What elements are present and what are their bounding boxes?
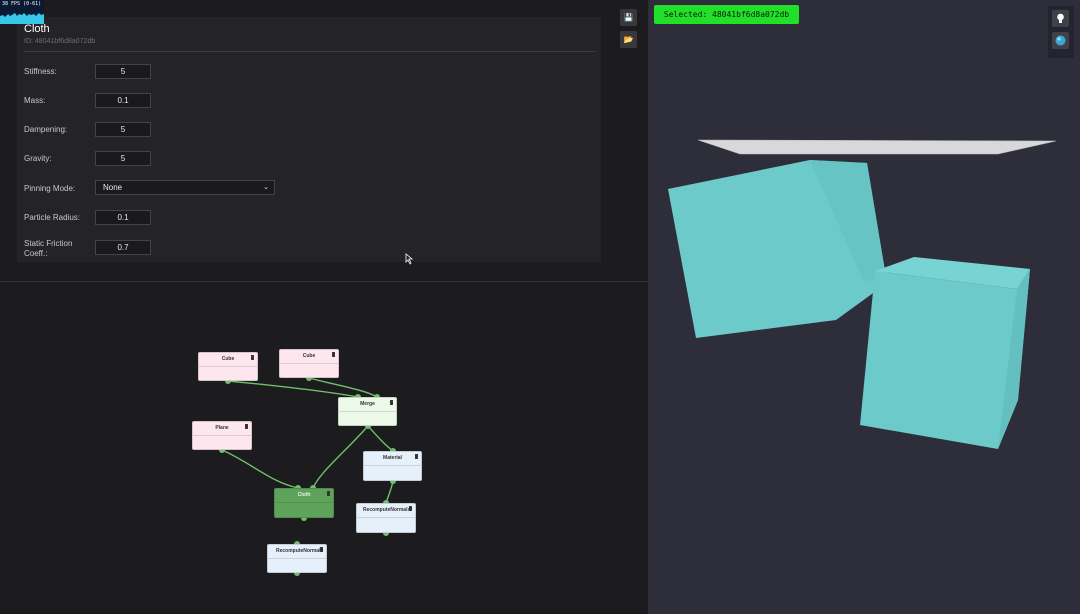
sphere-icon — [1055, 35, 1066, 46]
save-button[interactable]: 💾 — [620, 9, 637, 26]
properties-panel: Cloth ID: 48041bf6d8a072db Stiffness: 5 … — [17, 17, 601, 262]
3d-scene — [668, 139, 1057, 449]
trash-icon[interactable] — [251, 355, 254, 360]
chevron-down-icon: ⌄ — [263, 184, 269, 191]
node-title: Material — [383, 455, 402, 461]
stiffness-input[interactable]: 5 — [95, 64, 151, 79]
trash-icon[interactable] — [245, 424, 248, 429]
fps-meter: 38 FPS (0-61) — [0, 0, 44, 24]
node-recompute-normals-2[interactable]: RecomputeNormals — [267, 544, 327, 573]
node-divider — [275, 502, 333, 503]
node-cube-2[interactable]: Cube — [279, 349, 339, 378]
node-title: RecomputeNormals — [363, 507, 411, 513]
mass-label: Mass: — [24, 96, 46, 105]
properties-title: Cloth — [24, 23, 50, 35]
node-merge[interactable]: Merge — [338, 397, 397, 426]
environment-toggle-button[interactable] — [1052, 32, 1069, 49]
node-divider — [199, 366, 257, 367]
node-recompute-normals-1[interactable]: RecomputeNormals — [356, 503, 416, 533]
static-friction-label: Static Friction Coeff.: — [24, 239, 73, 258]
cloth-plane — [698, 140, 1056, 154]
node-divider — [280, 363, 338, 364]
open-button[interactable]: 📂 — [620, 31, 637, 48]
wire-plane-cloth — [221, 449, 299, 489]
node-divider — [357, 517, 415, 518]
editor-panel: 38 FPS (0-61) Cloth ID: 48041bf6d8a072db… — [0, 0, 648, 614]
mouse-cursor-icon — [405, 253, 414, 265]
node-divider — [364, 465, 421, 466]
wire-cube1-merge — [227, 380, 359, 398]
mass-input[interactable]: 0.1 — [95, 93, 151, 108]
trash-icon[interactable] — [327, 491, 330, 496]
node-divider — [193, 435, 251, 436]
properties-divider — [24, 51, 596, 52]
node-title: Merge — [360, 401, 375, 407]
lightbulb-icon — [1057, 13, 1064, 23]
save-icon: 💾 — [623, 13, 634, 22]
stiffness-label: Stiffness: — [24, 67, 57, 76]
pinning-mode-select[interactable]: None ⌄ — [95, 180, 275, 195]
node-title: Cloth — [297, 492, 311, 498]
3d-viewport[interactable]: Selected: 48041bf6d8a072db — [648, 0, 1080, 614]
trash-icon[interactable] — [409, 506, 412, 511]
folder-open-icon: 📂 — [623, 35, 634, 44]
node-title: Plane — [215, 425, 229, 431]
dampening-input[interactable]: 5 — [95, 122, 151, 137]
viewport-toolbar — [1048, 6, 1074, 58]
node-cube-1[interactable]: Cube — [198, 352, 258, 381]
node-plane[interactable]: Plane — [192, 421, 252, 450]
pinning-mode-label: Pinning Mode: — [24, 184, 76, 193]
fps-label: 38 FPS (0-61) — [2, 1, 42, 7]
particle-radius-input[interactable]: 0.1 — [95, 210, 151, 225]
node-title: RecomputeNormals — [276, 548, 324, 554]
properties-id: ID: 48041bf6d8a072db — [24, 38, 96, 45]
node-title: Cube — [302, 353, 316, 359]
particle-radius-label: Particle Radius: — [24, 213, 81, 222]
node-material[interactable]: Material — [363, 451, 422, 481]
static-friction-input[interactable]: 0.7 — [95, 240, 151, 255]
light-toggle-button[interactable] — [1052, 10, 1069, 27]
node-divider — [339, 411, 396, 412]
gravity-input[interactable]: 5 — [95, 151, 151, 166]
wire-material-recompute — [385, 480, 394, 504]
trash-icon[interactable] — [332, 352, 335, 357]
trash-icon[interactable] — [415, 454, 418, 459]
pinning-mode-value: None — [103, 183, 123, 192]
node-divider — [268, 558, 326, 559]
selected-badge: Selected: 48041bf6d8a072db — [654, 5, 799, 24]
trash-icon[interactable] — [390, 400, 393, 405]
gravity-label: Gravity: — [24, 154, 52, 163]
node-cloth-selected[interactable]: Cloth — [274, 488, 334, 518]
fps-graph — [0, 13, 44, 24]
node-title: Cube — [221, 356, 235, 362]
node-graph-canvas[interactable]: Cube Cube Merge Plane Material Cloth Rec… — [0, 282, 648, 614]
dampening-label: Dampening: — [24, 125, 68, 134]
trash-icon[interactable] — [320, 547, 323, 552]
wire-merge-material — [367, 425, 394, 452]
wire-merge-cloth — [312, 425, 369, 489]
